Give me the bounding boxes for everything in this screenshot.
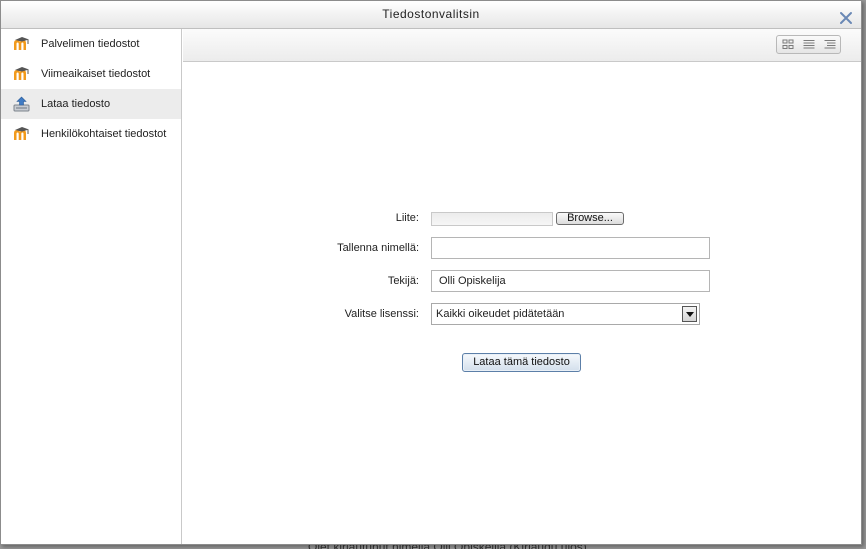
view-mode-switcher bbox=[776, 35, 841, 54]
tree-view-icon[interactable] bbox=[819, 36, 840, 53]
sidebar-item-label: Henkilökohtaiset tiedostot bbox=[41, 128, 167, 140]
author-input[interactable]: Olli Opiskelija bbox=[431, 270, 710, 292]
sidebar-item-private-files[interactable]: Henkilökohtaiset tiedostot bbox=[1, 119, 181, 149]
author-label: Tekijä: bbox=[387, 275, 419, 287]
file-path-field[interactable] bbox=[431, 212, 553, 226]
moodle-icon bbox=[13, 66, 31, 82]
sidebar-item-label: Viimeaikaiset tiedostot bbox=[41, 68, 151, 80]
chevron-down-icon[interactable] bbox=[682, 306, 697, 322]
license-selected-value: Kaikki oikeudet pidätetään bbox=[436, 308, 565, 320]
upload-file-button[interactable]: Lataa tämä tiedosto bbox=[462, 353, 581, 372]
dialog-title: Tiedostonvalitsin bbox=[382, 7, 480, 21]
file-picker-dialog: Tiedostonvalitsin Palvelimen tiedostot V… bbox=[0, 0, 862, 545]
license-label: Valitse lisenssi: bbox=[344, 308, 419, 320]
license-select[interactable]: Kaikki oikeudet pidätetään bbox=[431, 303, 700, 325]
icons-view-icon[interactable] bbox=[777, 36, 798, 53]
sidebar-item-recent-files[interactable]: Viimeaikaiset tiedostot bbox=[1, 59, 181, 89]
upload-icon bbox=[13, 96, 31, 112]
view-toolbar bbox=[183, 29, 861, 62]
moodle-icon bbox=[13, 36, 31, 52]
save-as-label: Tallenna nimellä: bbox=[337, 242, 419, 254]
save-as-input[interactable] bbox=[431, 237, 710, 259]
close-icon[interactable] bbox=[839, 8, 853, 24]
browse-button[interactable]: Browse... bbox=[556, 212, 624, 225]
upload-panel: Liite: Browse... Tallenna nimellä: Tekij… bbox=[183, 29, 861, 544]
list-view-icon[interactable] bbox=[798, 36, 819, 53]
dialog-titlebar: Tiedostonvalitsin bbox=[1, 1, 861, 29]
moodle-icon bbox=[13, 126, 31, 142]
sidebar-item-label: Palvelimen tiedostot bbox=[41, 38, 140, 50]
attachment-label: Liite: bbox=[395, 212, 419, 224]
sidebar-item-upload-file[interactable]: Lataa tiedosto bbox=[1, 89, 181, 119]
sidebar-item-label: Lataa tiedosto bbox=[41, 98, 111, 110]
sidebar-item-server-files[interactable]: Palvelimen tiedostot bbox=[1, 29, 181, 59]
repository-sidebar: Palvelimen tiedostot Viimeaikaiset tiedo… bbox=[1, 29, 182, 544]
